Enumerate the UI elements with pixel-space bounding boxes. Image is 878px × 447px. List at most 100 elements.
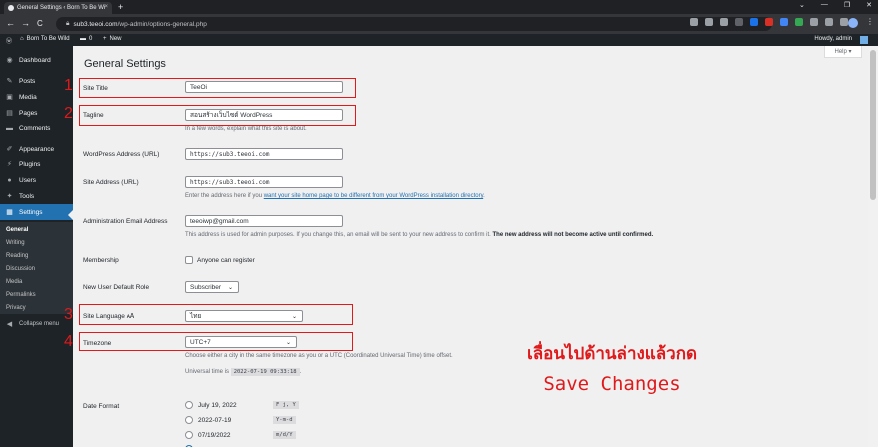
adminbar-site-link[interactable]: ⌂ Born To Be Wild [20, 36, 70, 42]
radio-button[interactable] [185, 431, 193, 439]
sidebar-item-label: Settings [19, 208, 43, 216]
reload-icon[interactable]: C [37, 19, 43, 28]
browser-tab[interactable]: General Settings ‹ Born To Be Wi × [4, 2, 112, 14]
sidebar-item-dashboard[interactable]: ◉ Dashboard [0, 52, 73, 68]
desc-text: This address is used for admin purposes.… [185, 232, 493, 238]
adminbar-site-name: Born To Be Wild [26, 36, 70, 42]
adminbar-new[interactable]: + New [103, 36, 122, 42]
extension-blue-icon[interactable] [750, 18, 758, 26]
submenu-privacy[interactable]: Privacy [6, 305, 26, 311]
site-address-help-link[interactable]: want your site home page to be different… [264, 193, 483, 199]
adminbar-howdy[interactable]: Howdy, admin [814, 36, 852, 42]
instruction-save-changes: Save Changes [543, 373, 681, 395]
help-tab-button[interactable]: Help ▾ [824, 46, 862, 58]
admin-email-input[interactable]: teeoiwp@gmail.com [185, 215, 343, 227]
wordpress-favicon-icon [8, 5, 14, 11]
membership-label: Membership [83, 257, 119, 264]
share-icon[interactable] [705, 18, 713, 26]
admin-email-label: Administration Email Address [83, 218, 168, 225]
adminbar-comments[interactable]: ▬ 0 [80, 36, 92, 42]
page-title: General Settings [84, 58, 166, 70]
settings-submenu: General Writing Reading Discussion Media… [0, 222, 73, 314]
timezone-description: Choose either a city in the same timezon… [185, 353, 453, 359]
browser-menu-icon[interactable]: ⋮ [866, 17, 874, 26]
translate-icon[interactable] [690, 18, 698, 26]
date-format-option[interactable]: July 19, 2022 F j, Y [185, 401, 299, 409]
extension-green-icon[interactable] [795, 18, 803, 26]
profile-avatar[interactable] [848, 18, 858, 28]
sidebar-item-pages[interactable]: ▤ Pages [0, 105, 73, 121]
default-role-select[interactable]: Subscriber ⌄ [185, 281, 239, 293]
select-value: Subscriber [190, 283, 222, 291]
tab-close-icon[interactable]: × [104, 4, 108, 10]
annotation-box-language [79, 304, 353, 325]
anyone-can-register-checkbox[interactable] [185, 256, 193, 264]
url-bar[interactable]: 🔒︎ sub3.teeoi.com/wp-admin/options-gener… [56, 17, 772, 31]
user-avatar[interactable] [860, 36, 868, 44]
download-icon[interactable] [735, 18, 743, 26]
appearance-icon: ✐ [6, 146, 13, 153]
date-format-option[interactable]: 07/19/2022 m/d/Y [185, 431, 296, 439]
format-code: m/d/Y [273, 431, 296, 439]
sidebar-item-plugins[interactable]: ⚡ Plugins [0, 156, 73, 172]
annotation-box-site-title [79, 78, 356, 98]
submenu-reading[interactable]: Reading [6, 253, 28, 259]
annotation-number-2: 2 [64, 105, 73, 122]
submenu-media[interactable]: Media [6, 279, 22, 285]
browser-tab-bar: General Settings ‹ Born To Be Wi × + ⌄ —… [0, 0, 878, 14]
wp-address-input[interactable]: https://sub3.teeoi.com [185, 148, 343, 160]
sidebar-item-users[interactable]: ● Users [0, 172, 73, 188]
collapse-label: Collapse menu [19, 321, 60, 327]
annotation-number-1: 1 [64, 77, 73, 94]
instruction-thai: เลื่อนไปด้านล่างแล้วกด [526, 344, 698, 364]
sidebar-item-tools[interactable]: ✦ Tools [0, 188, 73, 204]
checkbox-label: Anyone can register [197, 256, 255, 264]
sidebar-item-media[interactable]: ▣ Media [0, 89, 73, 105]
forward-icon[interactable]: → [21, 18, 30, 28]
extension-shield-icon[interactable] [780, 18, 788, 26]
side-panel-icon[interactable] [840, 18, 848, 26]
comment-icon: ▬ [80, 36, 86, 42]
ut-end: . [299, 369, 302, 375]
collapse-menu-button[interactable]: ◀ Collapse menu [0, 316, 73, 332]
radio-label: 07/19/2022 [198, 431, 231, 439]
annotation-box-timezone [79, 332, 353, 351]
adminbar-new-label: New [109, 36, 122, 42]
new-tab-button[interactable]: + [118, 2, 123, 12]
reading-list-icon[interactable] [825, 18, 833, 26]
sidebar-item-appearance[interactable]: ✐ Appearance [0, 141, 73, 157]
submenu-writing[interactable]: Writing [6, 240, 25, 246]
close-window-icon[interactable]: ✕ [866, 1, 872, 9]
url-host: sub3.teeoi.com [73, 20, 118, 28]
bookmark-star-icon[interactable] [720, 18, 728, 26]
date-format-option[interactable]: 2022-07-19 Y-m-d [185, 416, 296, 424]
sidebar-item-label: Tools [19, 192, 35, 200]
desc-bold-text: The new address will not become active u… [492, 232, 654, 238]
tab-search-icon[interactable]: ⌄ [799, 1, 805, 9]
extension-red-icon[interactable] [765, 18, 773, 26]
sidebar-item-label: Posts [19, 77, 36, 85]
format-code: F j, Y [273, 401, 299, 409]
pages-icon: ▤ [6, 110, 13, 117]
sidebar-item-posts[interactable]: ✎ Posts [0, 73, 73, 89]
radio-button[interactable] [185, 401, 193, 409]
home-icon: ⌂ [20, 36, 24, 42]
scrollbar-thumb[interactable] [870, 50, 876, 200]
page-scrollbar[interactable] [868, 46, 878, 447]
maximize-icon[interactable]: ❐ [844, 1, 850, 9]
minimize-icon[interactable]: — [821, 1, 828, 9]
radio-button[interactable] [185, 416, 193, 424]
submenu-general[interactable]: General [6, 227, 28, 233]
annotation-number-3: 3 [64, 306, 73, 323]
sidebar-item-settings[interactable]: ▦ Settings [0, 204, 73, 220]
tagline-description: In a few words, explain what this site i… [185, 126, 307, 132]
sidebar-item-comments[interactable]: ▬ Comments [0, 120, 73, 136]
puzzle-icon[interactable] [810, 18, 818, 26]
plus-icon: + [103, 36, 107, 42]
site-address-input[interactable]: https://sub3.teeoi.com [185, 176, 343, 188]
back-icon[interactable]: ← [6, 18, 15, 28]
wordpress-logo-icon[interactable]: ⓦ [6, 36, 12, 45]
submenu-permalinks[interactable]: Permalinks [6, 292, 36, 298]
submenu-discussion[interactable]: Discussion [6, 266, 35, 272]
sidebar-item-label: Appearance [19, 145, 55, 153]
